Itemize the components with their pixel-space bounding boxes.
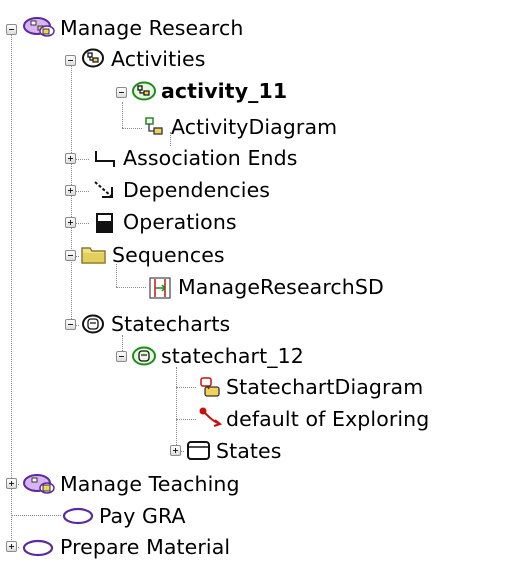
tree-line xyxy=(176,367,177,451)
tree-node-label: Statecharts xyxy=(111,312,231,336)
tree-node-label: Manage Research xyxy=(60,16,244,40)
tree-node-default-of-exploring[interactable]: default of Exploring xyxy=(226,402,429,436)
sequence-diagram-icon xyxy=(149,277,171,299)
transition-icon xyxy=(199,407,223,427)
tree-node-label: ManageResearchSD xyxy=(178,275,384,299)
tree-node-label: ActivityDiagram xyxy=(171,115,338,139)
statechart-icon xyxy=(82,314,104,334)
collapse-toggle[interactable] xyxy=(6,24,17,35)
tree-node-states[interactable]: States xyxy=(216,434,282,468)
tree-node-activity-11[interactable]: activity_11 xyxy=(161,74,287,108)
collapse-toggle[interactable] xyxy=(116,87,127,98)
tree-node-activity-diagram[interactable]: ActivityDiagram xyxy=(171,110,337,144)
tree-line xyxy=(116,287,146,288)
tree-node-label: Manage Teaching xyxy=(60,472,240,496)
use-case-icon xyxy=(22,539,54,557)
tree-node-dependencies[interactable]: Dependencies xyxy=(123,173,270,207)
expand-toggle[interactable] xyxy=(170,445,181,456)
expand-toggle[interactable] xyxy=(65,153,76,164)
collapse-toggle[interactable] xyxy=(65,55,76,66)
tree-node-statechart-12[interactable]: statechart_12 xyxy=(161,339,304,373)
activity-icon xyxy=(82,48,104,68)
use-case-icon xyxy=(62,507,94,525)
state-icon xyxy=(187,441,210,460)
tree-node-statechart-diagram[interactable]: StatechartDiagram xyxy=(226,370,423,404)
expand-toggle[interactable] xyxy=(6,541,17,552)
tree-node-label: activity_11 xyxy=(161,79,288,103)
tree-node-operations[interactable]: Operations xyxy=(123,205,237,239)
tree-line xyxy=(122,102,123,128)
model-tree: Manage Research Activities activity_11 A… xyxy=(0,0,521,562)
tree-line xyxy=(11,30,12,550)
tree-node-label: Dependencies xyxy=(123,178,271,202)
statechart-icon xyxy=(132,346,156,366)
tree-node-label: default of Exploring xyxy=(226,407,430,431)
tree-node-activities[interactable]: Activities xyxy=(111,42,206,76)
tree-line xyxy=(176,419,196,420)
operation-icon xyxy=(96,213,113,233)
tree-line xyxy=(122,128,142,129)
folder-icon xyxy=(81,247,106,264)
tree-node-sequences[interactable]: Sequences xyxy=(112,238,225,272)
use-case-group-icon xyxy=(23,474,55,494)
activity-icon xyxy=(132,81,156,101)
collapse-toggle[interactable] xyxy=(116,351,127,362)
tree-node-pay-gra[interactable]: Pay GRA xyxy=(99,499,186,533)
tree-node-prepare-material[interactable]: Prepare Material xyxy=(60,530,230,564)
tree-node-manage-research[interactable]: Manage Research xyxy=(60,11,243,45)
tree-node-label: Sequences xyxy=(112,243,225,267)
tree-line xyxy=(176,387,196,388)
tree-node-label: Activities xyxy=(111,47,206,71)
tree-node-label: StatechartDiagram xyxy=(226,375,424,399)
tree-node-manage-research-sd[interactable]: ManageResearchSD xyxy=(178,270,384,304)
expand-toggle[interactable] xyxy=(6,478,17,489)
tree-node-label: States xyxy=(216,439,282,463)
tree-node-label: Association Ends xyxy=(123,146,298,170)
tree-node-label: Pay GRA xyxy=(99,504,186,528)
association-end-icon xyxy=(95,151,115,167)
statechart-diagram-icon xyxy=(200,377,220,397)
collapse-toggle[interactable] xyxy=(65,250,76,261)
tree-node-label: Operations xyxy=(123,210,237,234)
tree-node-statecharts[interactable]: Statecharts xyxy=(111,307,230,341)
use-case-group-icon xyxy=(23,17,55,37)
activity-diagram-icon xyxy=(145,117,163,135)
expand-toggle[interactable] xyxy=(65,185,76,196)
tree-node-label: Prepare Material xyxy=(60,535,231,559)
tree-node-manage-teaching[interactable]: Manage Teaching xyxy=(60,467,240,501)
tree-line xyxy=(11,515,61,516)
collapse-toggle[interactable] xyxy=(65,319,76,330)
expand-toggle[interactable] xyxy=(65,217,76,228)
tree-node-association-ends[interactable]: Association Ends xyxy=(123,141,297,175)
dependency-icon xyxy=(94,181,113,198)
tree-node-label: statechart_12 xyxy=(161,344,304,368)
